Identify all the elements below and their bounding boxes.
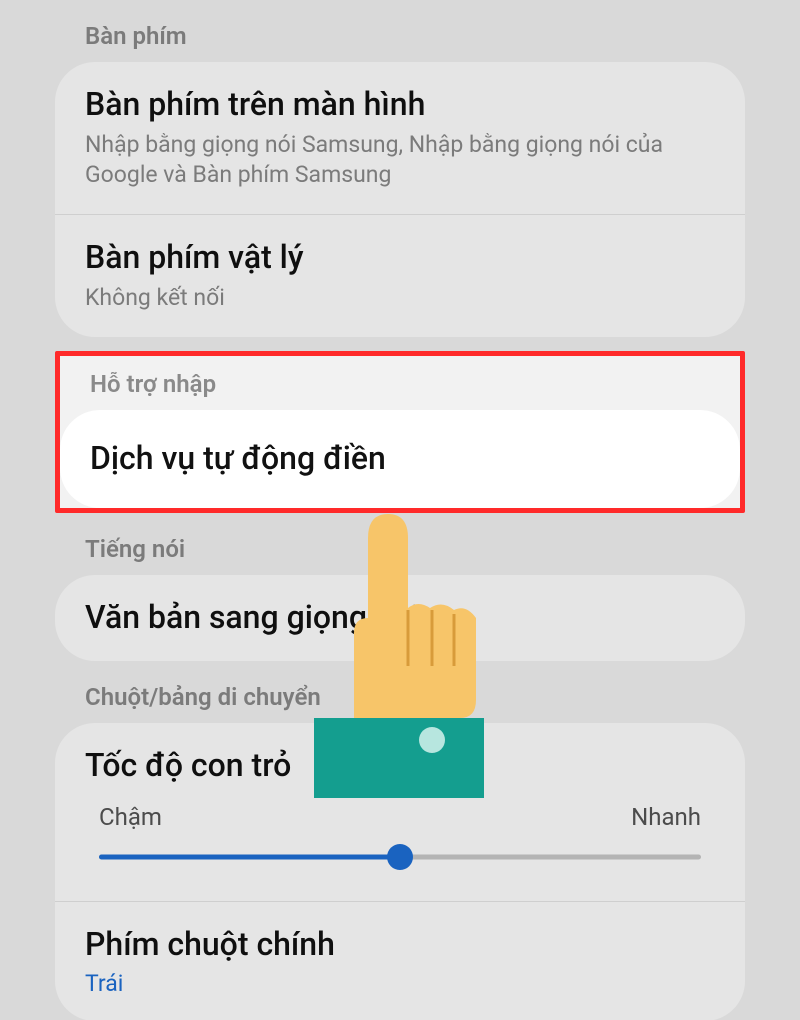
tts-title: Văn bản sang giọng nói [85, 597, 715, 637]
card-autofill: Dịch vụ tự động điền [60, 410, 740, 508]
row-text-to-speech[interactable]: Văn bản sang giọng nói [55, 575, 745, 661]
card-pointer: Tốc độ con trỏ Chậm Nhanh Phím chuột chí… [55, 723, 745, 1020]
primary-button-title: Phím chuột chính [85, 924, 715, 964]
row-primary-mouse-button[interactable]: Phím chuột chính Trái [55, 901, 745, 1020]
pointer-speed-slider[interactable] [99, 841, 701, 873]
card-speech: Văn bản sang giọng nói [55, 575, 745, 661]
row-onscreen-keyboard[interactable]: Bàn phím trên màn hình Nhập bằng giọng n… [55, 62, 745, 214]
physical-keyboard-sub: Không kết nối [85, 283, 715, 313]
row-autofill-service[interactable]: Dịch vụ tự động điền [60, 410, 740, 508]
row-pointer-speed: Tốc độ con trỏ Chậm Nhanh [55, 723, 745, 901]
row-physical-keyboard[interactable]: Bàn phím vật lý Không kết nối [55, 214, 745, 337]
section-header-speech: Tiếng nói [55, 513, 745, 575]
section-header-input-assist: Hỗ trợ nhập [60, 356, 740, 410]
physical-keyboard-title: Bàn phím vật lý [85, 237, 715, 277]
primary-button-value: Trái [85, 970, 715, 997]
section-header-pointer: Chuột/bảng di chuyển [55, 661, 745, 723]
pointer-speed-fast-label: Nhanh [631, 803, 701, 831]
autofill-service-title: Dịch vụ tự động điền [90, 438, 710, 478]
pointer-speed-title: Tốc độ con trỏ [85, 745, 715, 785]
section-header-keyboard: Bàn phím [55, 0, 745, 62]
card-keyboard: Bàn phím trên màn hình Nhập bằng giọng n… [55, 62, 745, 337]
slider-fill [99, 854, 400, 859]
onscreen-keyboard-title: Bàn phím trên màn hình [85, 84, 715, 124]
pointer-speed-slow-label: Chậm [99, 803, 162, 831]
highlight-autofill: Hỗ trợ nhập Dịch vụ tự động điền [55, 351, 745, 513]
onscreen-keyboard-sub: Nhập bằng giọng nói Samsung, Nhập bằng g… [85, 130, 715, 190]
slider-thumb[interactable] [387, 844, 413, 870]
